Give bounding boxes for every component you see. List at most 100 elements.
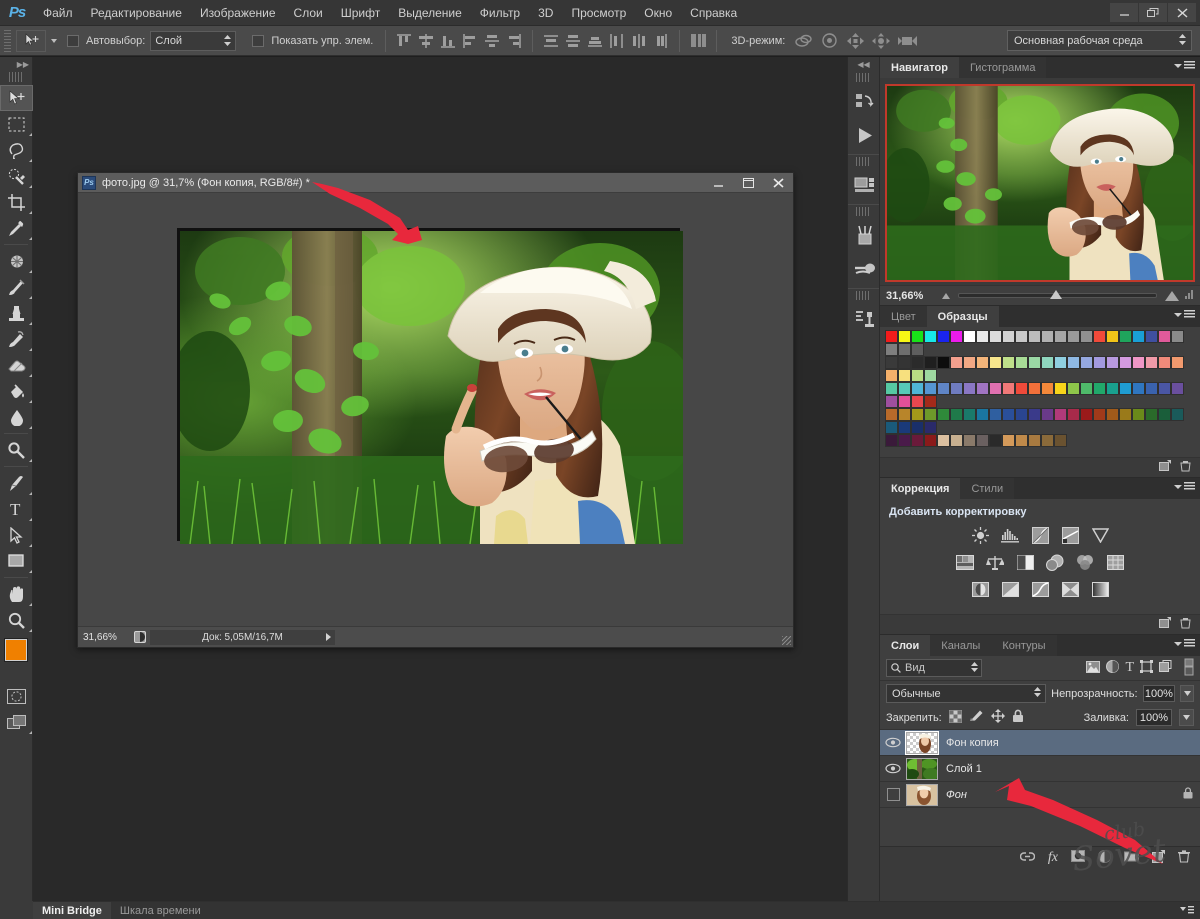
expand-toolbar-icon[interactable]: ▶▶ <box>0 57 32 71</box>
swatch-0-21[interactable] <box>1158 330 1171 343</box>
swatch-3-10[interactable] <box>1015 408 1028 421</box>
zoom-in-icon[interactable] <box>1165 291 1179 301</box>
dock-grip-3[interactable] <box>856 207 871 216</box>
layer-visibility-eye-icon[interactable] <box>880 763 906 774</box>
filter-shape-icon[interactable] <box>1140 660 1153 676</box>
layers-panel-menu-icon[interactable] <box>1174 639 1195 648</box>
blend-mode-select[interactable]: Обычные <box>886 684 1046 703</box>
bottom-tab-шкала-времени[interactable]: Шкала времени <box>111 902 210 919</box>
swatch-1-7[interactable] <box>976 356 989 369</box>
gradient-tool[interactable] <box>0 378 33 404</box>
swatch-4-7[interactable] <box>976 434 989 447</box>
swatch-0-19[interactable] <box>1132 330 1145 343</box>
swatch-2-23[interactable] <box>885 395 898 408</box>
layer-name[interactable]: Фон <box>946 789 967 801</box>
swatch-1-5[interactable] <box>950 356 963 369</box>
photo-filter-icon[interactable] <box>1043 551 1068 573</box>
swatch-1-0[interactable] <box>885 356 898 369</box>
swatch-0-11[interactable] <box>1028 330 1041 343</box>
swatch-0-7[interactable] <box>976 330 989 343</box>
align-left-edges-icon[interactable] <box>459 30 481 52</box>
tab-гистограмма[interactable]: Гистограмма <box>959 57 1047 78</box>
healing-brush-tool[interactable] <box>0 248 33 274</box>
swatches-panel-menu-icon[interactable] <box>1174 310 1195 319</box>
swatch-0-14[interactable] <box>1067 330 1080 343</box>
swatch-2-9[interactable] <box>1002 382 1015 395</box>
swatch-0-23[interactable] <box>885 343 898 356</box>
swatch-0-2[interactable] <box>911 330 924 343</box>
zoom-slider-handle[interactable] <box>1050 290 1062 299</box>
layer-row[interactable]: Фон <box>880 782 1200 808</box>
move-tool[interactable] <box>0 85 33 111</box>
vibrance-icon[interactable] <box>1088 524 1113 546</box>
navigator-zoom-value[interactable]: 31,66% <box>886 290 942 302</box>
swatch-4-4[interactable] <box>937 434 950 447</box>
swatch-3-18[interactable] <box>1119 408 1132 421</box>
foreground-color-swatch[interactable] <box>5 639 27 661</box>
brightness-contrast-icon[interactable] <box>968 524 993 546</box>
navigator-zoom-slider[interactable] <box>958 293 1157 298</box>
swatch-1-26[interactable] <box>924 369 937 382</box>
swatch-1-16[interactable] <box>1093 356 1106 369</box>
swatch-4-5[interactable] <box>950 434 963 447</box>
swatch-3-0[interactable] <box>885 408 898 421</box>
swatch-3-14[interactable] <box>1067 408 1080 421</box>
distribute-horizontal-centers-icon[interactable] <box>628 30 650 52</box>
swatch-1-3[interactable] <box>924 356 937 369</box>
swatch-2-6[interactable] <box>963 382 976 395</box>
swatch-2-14[interactable] <box>1067 382 1080 395</box>
link-layers-icon[interactable] <box>1020 851 1035 865</box>
hue-saturation-icon[interactable] <box>953 551 978 573</box>
history-panel-icon[interactable] <box>848 84 881 118</box>
canvas-image[interactable] <box>177 228 680 541</box>
swatch-1-17[interactable] <box>1106 356 1119 369</box>
distribute-vertical-centers-icon[interactable] <box>562 30 584 52</box>
swatch-0-18[interactable] <box>1119 330 1132 343</box>
menu-6[interactable]: Фильтр <box>471 2 529 24</box>
gradient-map-icon[interactable] <box>1058 578 1083 600</box>
lock-image-pixels-icon[interactable] <box>969 709 984 726</box>
swatch-4-10[interactable] <box>1015 434 1028 447</box>
filter-toggle-icon[interactable] <box>1184 658 1194 679</box>
dock-grip-2[interactable] <box>856 157 871 166</box>
minimize-icon[interactable] <box>1110 3 1138 22</box>
swatch-0-4[interactable] <box>937 330 950 343</box>
channel-mixer-icon[interactable] <box>1073 551 1098 573</box>
distribute-top-edges-icon[interactable] <box>540 30 562 52</box>
swatch-3-3[interactable] <box>924 408 937 421</box>
pan-3d-icon[interactable] <box>842 30 868 52</box>
tab-контуры[interactable]: Контуры <box>991 635 1056 656</box>
document-info-icon[interactable] <box>130 631 150 643</box>
swatch-3-11[interactable] <box>1028 408 1041 421</box>
layer-row[interactable]: Фон копия <box>880 730 1200 756</box>
color-lookup-icon[interactable] <box>1103 551 1128 573</box>
swatch-0-6[interactable] <box>963 330 976 343</box>
filter-type-icon[interactable]: T <box>1125 662 1134 674</box>
swatch-3-21[interactable] <box>1158 408 1171 421</box>
eraser-tool[interactable] <box>0 352 33 378</box>
swatch-1-9[interactable] <box>1002 356 1015 369</box>
pen-tool[interactable] <box>0 470 33 496</box>
swatch-1-18[interactable] <box>1119 356 1132 369</box>
exposure-icon[interactable] <box>1058 524 1083 546</box>
swatch-3-5[interactable] <box>950 408 963 421</box>
swatch-0-20[interactable] <box>1145 330 1158 343</box>
swatch-0-22[interactable] <box>1171 330 1184 343</box>
opacity-dropdown-icon[interactable] <box>1180 685 1194 702</box>
swatch-2-11[interactable] <box>1028 382 1041 395</box>
align-right-edges-icon[interactable] <box>503 30 525 52</box>
swatch-2-2[interactable] <box>911 382 924 395</box>
eyedropper-tool[interactable] <box>0 215 33 241</box>
tab-каналы[interactable]: Каналы <box>930 635 991 656</box>
black-white-icon[interactable] <box>1013 551 1038 573</box>
swatch-3-13[interactable] <box>1054 408 1067 421</box>
options-bar-grip[interactable] <box>4 30 11 52</box>
scale-3d-icon[interactable] <box>894 30 920 52</box>
new-layer-icon[interactable] <box>1152 850 1165 866</box>
swatch-4-8[interactable] <box>989 434 1002 447</box>
swatch-3-24[interactable] <box>898 421 911 434</box>
tab-образцы[interactable]: Образцы <box>927 306 999 327</box>
swatch-3-17[interactable] <box>1106 408 1119 421</box>
brush-tool[interactable] <box>0 274 33 300</box>
swatch-2-5[interactable] <box>950 382 963 395</box>
